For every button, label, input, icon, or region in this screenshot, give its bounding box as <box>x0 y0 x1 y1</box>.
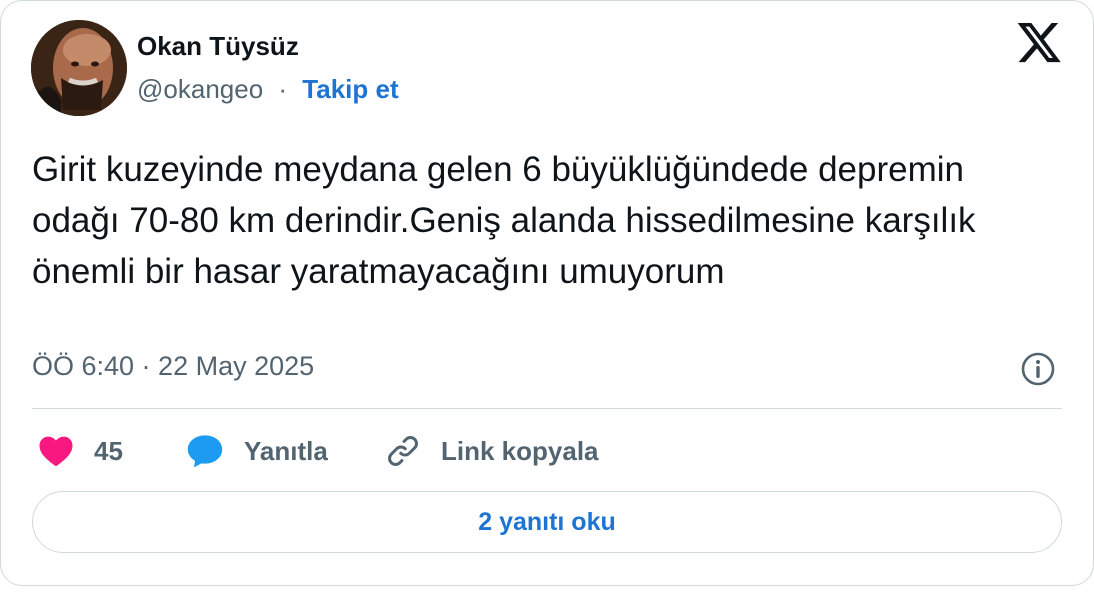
action-bar: 45 Yanıtla Link kopyala <box>32 426 1062 476</box>
reply-button[interactable]: Yanıtla <box>186 426 328 476</box>
info-icon[interactable] <box>1020 351 1056 387</box>
separator-dot: · <box>278 74 288 104</box>
avatar[interactable] <box>31 20 127 116</box>
copy-link-label: Link kopyala <box>441 435 599 466</box>
speech-bubble-icon <box>187 435 223 468</box>
read-replies-button[interactable]: 2 yanıtı oku <box>32 491 1062 553</box>
author-handle-row: @okangeo · Takip et <box>137 74 399 105</box>
author-handle[interactable]: @okangeo <box>137 74 263 104</box>
like-button[interactable]: 45 <box>38 426 123 476</box>
link-icon <box>388 436 418 466</box>
tweet-timestamp[interactable]: ÖÖ 6:40 · 22 May 2025 <box>32 351 314 382</box>
copy-link-button[interactable]: Link kopyala <box>385 426 599 476</box>
reply-label: Yanıtla <box>244 435 328 466</box>
like-count: 45 <box>94 435 123 466</box>
tweet-text: Girit kuzeyinde meydana gelen 6 büyüklüğ… <box>32 150 976 291</box>
author-name[interactable]: Okan Tüysüz <box>137 31 299 62</box>
divider <box>32 408 1062 409</box>
tweet-embed-card: Okan Tüysüz @okangeo · Takip et Girit ku… <box>0 0 1094 586</box>
heart-icon <box>39 436 73 467</box>
follow-button[interactable]: Takip et <box>302 74 398 104</box>
x-logo-icon[interactable] <box>1017 23 1061 65</box>
